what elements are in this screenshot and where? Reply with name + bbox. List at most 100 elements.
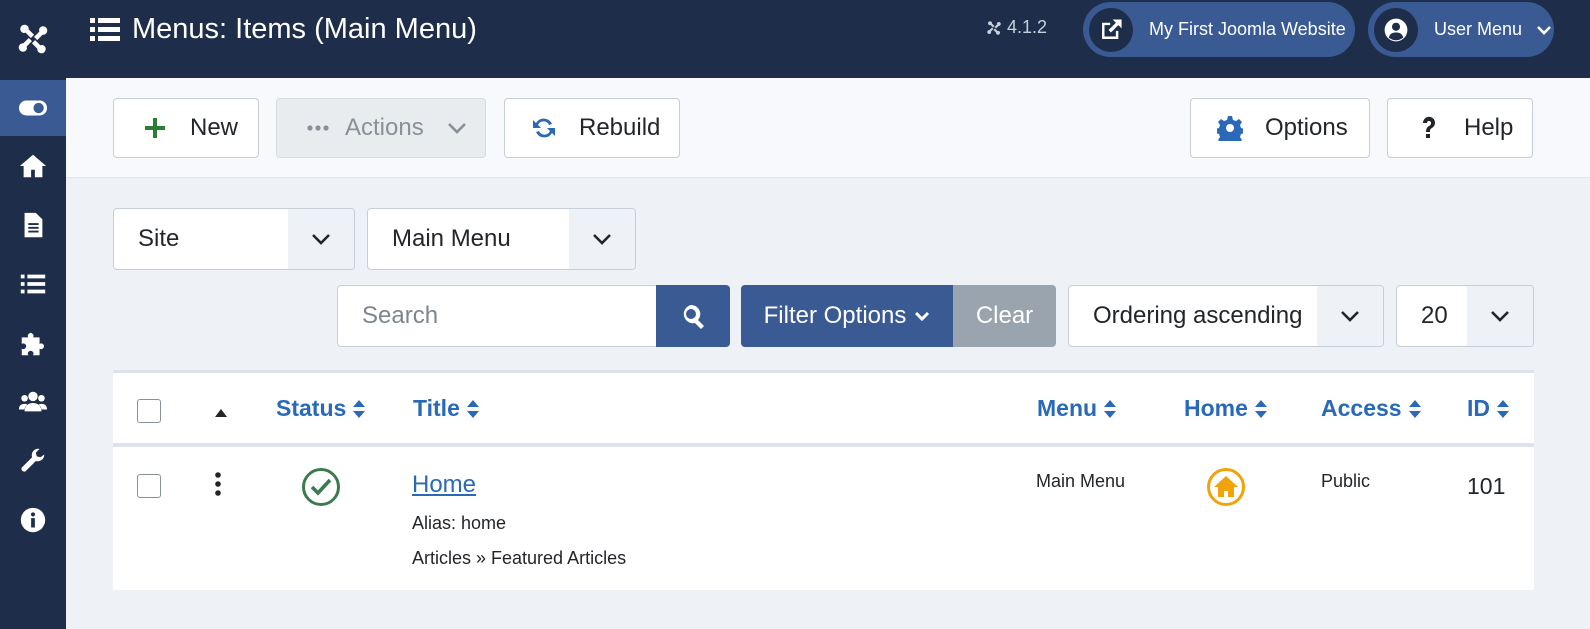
info-icon bbox=[20, 507, 46, 533]
column-home[interactable]: Home bbox=[1184, 395, 1268, 422]
toolbar: New Actions Rebuild Options Help bbox=[66, 78, 1590, 178]
item-id: 101 bbox=[1467, 473, 1506, 499]
sort-icon bbox=[1497, 399, 1509, 418]
site-link-label: My First Joomla Website bbox=[1149, 19, 1346, 39]
sort-icon bbox=[1408, 399, 1421, 418]
vertical-ellipsis-icon bbox=[215, 472, 221, 496]
chevron-down-icon bbox=[915, 311, 930, 322]
new-button[interactable]: New bbox=[113, 98, 259, 158]
sort-icon bbox=[466, 399, 479, 418]
clear-button[interactable]: Clear bbox=[953, 285, 1056, 347]
column-menu[interactable]: Menu bbox=[1037, 395, 1117, 422]
item-menu: Main Menu bbox=[1036, 471, 1126, 491]
chevron-down-icon bbox=[288, 209, 354, 269]
puzzle-icon bbox=[21, 333, 44, 356]
refresh-icon bbox=[533, 118, 555, 138]
select-all-checkbox[interactable] bbox=[137, 399, 161, 423]
menu-select-value: Main Menu bbox=[392, 225, 511, 252]
menu-select[interactable]: Main Menu bbox=[367, 208, 636, 270]
sidebar-item-components[interactable] bbox=[0, 315, 66, 371]
default-home-icon[interactable] bbox=[1206, 467, 1246, 507]
column-title-label: Title bbox=[413, 395, 460, 421]
column-menu-label: Menu bbox=[1037, 395, 1098, 421]
column-status[interactable]: Status bbox=[276, 395, 366, 422]
caret-up-icon bbox=[215, 409, 227, 417]
drag-handle[interactable] bbox=[213, 471, 223, 497]
options-button-label: Options bbox=[1265, 114, 1348, 141]
actions-button[interactable]: Actions bbox=[276, 98, 486, 158]
client-select-value: Site bbox=[138, 225, 180, 252]
item-access: Public bbox=[1321, 471, 1371, 491]
joomla-logo-icon bbox=[18, 24, 48, 54]
sidebar-item-help[interactable] bbox=[0, 492, 66, 548]
help-button[interactable]: Help bbox=[1387, 98, 1533, 158]
sidebar-item-toggle[interactable] bbox=[0, 80, 66, 136]
ordering-select-value: Ordering ascending bbox=[1093, 302, 1303, 329]
chevron-down-icon bbox=[1537, 25, 1551, 35]
item-alias: Alias: home bbox=[412, 513, 507, 533]
filter-options-label: Filter Options bbox=[763, 302, 907, 329]
limit-select[interactable]: 20 bbox=[1396, 285, 1534, 347]
menu-items-table: Status Title Menu Home Access ID Home Al… bbox=[113, 370, 1534, 590]
page-title-text: Menus: Items (Main Menu) bbox=[132, 12, 477, 45]
client-select[interactable]: Site bbox=[113, 208, 355, 270]
sort-icon bbox=[1254, 399, 1267, 418]
chevron-down-icon bbox=[569, 209, 635, 269]
published-check-icon[interactable] bbox=[301, 467, 341, 507]
sidebar-item-home[interactable] bbox=[0, 138, 66, 194]
search-icon bbox=[683, 304, 704, 329]
column-access-label: Access bbox=[1321, 395, 1402, 421]
ellipsis-icon bbox=[307, 125, 329, 131]
list-icon bbox=[90, 18, 120, 41]
item-title-link[interactable]: Home bbox=[412, 471, 476, 499]
rebuild-button-label: Rebuild bbox=[579, 114, 661, 141]
actions-button-label: Actions bbox=[345, 114, 424, 141]
search-button[interactable] bbox=[656, 285, 730, 347]
sort-icon bbox=[353, 399, 366, 418]
table-row: Home Alias: home Articles » Featured Art… bbox=[113, 451, 1534, 590]
file-icon bbox=[24, 212, 43, 238]
home-icon bbox=[19, 154, 47, 178]
toggle-icon bbox=[18, 100, 48, 116]
version-text: 4.1.2 bbox=[1007, 17, 1048, 37]
sidebar-item-content[interactable] bbox=[0, 197, 66, 253]
plus-icon bbox=[145, 118, 165, 138]
user-menu-label: User Menu bbox=[1434, 19, 1523, 39]
table-header: Status Title Menu Home Access ID bbox=[113, 373, 1534, 447]
column-status-label: Status bbox=[276, 395, 347, 421]
search-input[interactable] bbox=[337, 285, 657, 347]
column-access[interactable]: Access bbox=[1321, 395, 1422, 422]
rebuild-button[interactable]: Rebuild bbox=[504, 98, 680, 158]
column-id[interactable]: ID bbox=[1467, 395, 1510, 422]
help-button-label: Help bbox=[1464, 114, 1514, 141]
site-link-button[interactable]: My First Joomla Website bbox=[1083, 2, 1355, 57]
ordering-sort-button[interactable] bbox=[214, 405, 228, 417]
new-button-label: New bbox=[190, 114, 239, 141]
external-link-icon bbox=[1089, 7, 1133, 52]
users-icon bbox=[18, 391, 48, 412]
options-button[interactable]: Options bbox=[1190, 98, 1370, 158]
page-title: Menus: Items (Main Menu) bbox=[90, 10, 477, 48]
filter-options-button[interactable]: Filter Options bbox=[741, 285, 953, 347]
wrench-icon bbox=[21, 448, 45, 472]
version-badge: 4.1.2 bbox=[986, 17, 1047, 38]
user-avatar-icon bbox=[1374, 7, 1418, 52]
column-title[interactable]: Title bbox=[413, 395, 480, 422]
limit-select-value: 20 bbox=[1421, 302, 1448, 329]
user-menu-button[interactable]: User Menu bbox=[1368, 2, 1554, 57]
sidebar-item-menus[interactable] bbox=[0, 256, 66, 312]
chevron-down-icon bbox=[1317, 286, 1383, 346]
joomla-logo[interactable] bbox=[0, 0, 66, 78]
row-checkbox[interactable] bbox=[137, 474, 161, 498]
chevron-down-icon bbox=[1467, 286, 1533, 346]
gear-icon bbox=[1217, 116, 1243, 141]
column-home-label: Home bbox=[1184, 395, 1248, 421]
ordering-select[interactable]: Ordering ascending bbox=[1068, 285, 1384, 347]
header: Menus: Items (Main Menu) 4.1.2 My First … bbox=[66, 0, 1590, 78]
chevron-down-icon bbox=[447, 123, 466, 134]
sort-icon bbox=[1104, 399, 1117, 418]
sidebar-item-users[interactable] bbox=[0, 374, 66, 430]
question-icon bbox=[1422, 116, 1435, 138]
joomla-icon bbox=[987, 20, 1001, 35]
sidebar-item-system[interactable] bbox=[0, 433, 66, 489]
